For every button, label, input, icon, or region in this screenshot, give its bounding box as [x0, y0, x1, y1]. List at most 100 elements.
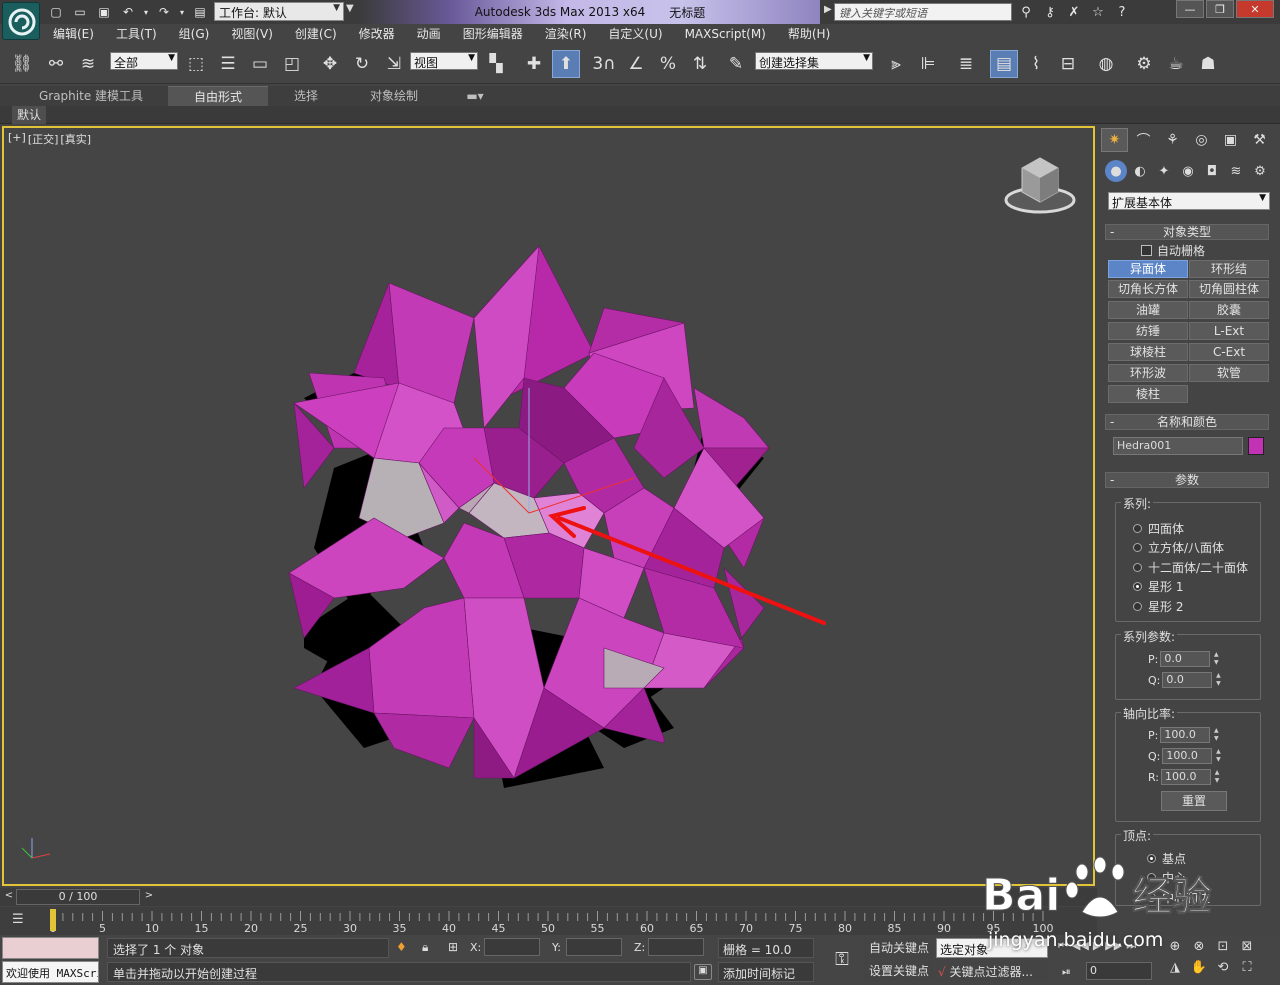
current-frame-field[interactable]: 0: [1086, 962, 1152, 980]
isolate-selection-icon[interactable]: ♦: [396, 940, 407, 954]
close-icon[interactable]: ✕: [1236, 0, 1274, 18]
menu-create[interactable]: 创建(C): [284, 24, 348, 44]
schematic-view-icon[interactable]: ⊟: [1054, 50, 1082, 78]
tab-object-paint[interactable]: 对象绘制: [350, 86, 438, 106]
app-logo-icon[interactable]: [2, 2, 40, 40]
bind-space-warp-icon[interactable]: ≋: [74, 50, 102, 78]
viewport-scene[interactable]: [4, 128, 1095, 886]
menu-rendering[interactable]: 渲染(R): [534, 24, 598, 44]
axis-r-spinner[interactable]: R: 100.0 ▲ ▼: [1148, 769, 1221, 785]
undo-dropdown-icon[interactable]: ▾: [142, 2, 150, 22]
family-tetra-radio[interactable]: 四面体: [1133, 520, 1184, 537]
gengon-button[interactable]: 球棱柱: [1108, 343, 1188, 361]
key-mode-dropdown[interactable]: 选定对象: [936, 938, 1048, 958]
mirror-icon[interactable]: ⫸: [882, 50, 910, 78]
open-file-icon[interactable]: ▭: [70, 2, 90, 22]
help-icon[interactable]: ?: [1112, 2, 1132, 22]
chevron-right-icon[interactable]: ▶: [824, 4, 832, 15]
display-tab-icon[interactable]: ▣: [1217, 128, 1244, 152]
hedra-button[interactable]: 异面体: [1108, 260, 1188, 278]
spinner-input[interactable]: 0.0: [1162, 672, 1213, 688]
add-time-tag-button[interactable]: 添加时间标记: [718, 962, 814, 982]
snaps-toggle-icon[interactable]: 3 ∩: [590, 50, 618, 78]
select-by-name-icon[interactable]: ☰: [214, 50, 242, 78]
object-color-swatch[interactable]: [1248, 437, 1264, 455]
lock-selection-icon[interactable]: 🔒︎: [422, 940, 428, 955]
perspective-viewport[interactable]: [+] [正交] [真实]: [2, 126, 1095, 886]
family-cube-octa-radio[interactable]: 立方体/八面体: [1133, 539, 1224, 556]
family-star2-radio[interactable]: 星形 2: [1133, 598, 1183, 615]
time-slider[interactable]: < 0 / 100 >: [0, 888, 1097, 906]
axis-p-spinner[interactable]: P: 100.0 ▲ ▼: [1148, 727, 1220, 743]
zoom-icon[interactable]: ⊕: [1166, 939, 1184, 954]
prism-button[interactable]: 棱柱: [1108, 385, 1188, 403]
angle-snap-icon[interactable]: ∠: [622, 50, 650, 78]
radio-icon[interactable]: [1133, 543, 1142, 552]
auto-key-button[interactable]: 自动关键点: [864, 938, 934, 958]
communication-icon[interactable]: ✗: [1064, 2, 1084, 22]
workspace-dropdown[interactable]: 工作台: 默认 ▼: [214, 2, 344, 21]
go-to-end-icon[interactable]: ⏭: [1126, 939, 1136, 953]
menu-modifiers[interactable]: 修改器: [348, 24, 406, 44]
rectangular-selection-icon[interactable]: ▭: [246, 50, 274, 78]
family-dodec-icos-radio[interactable]: 十二面体/二十面体: [1133, 559, 1248, 576]
curve-editor-mini-icon[interactable]: ☰: [12, 912, 24, 927]
key-icon[interactable]: ⚿: [826, 945, 858, 975]
viewport-shading-label[interactable]: [真实]: [60, 131, 91, 147]
field-of-view-icon[interactable]: ◮: [1166, 960, 1184, 975]
hose-button[interactable]: 软管: [1189, 364, 1269, 382]
save-icon[interactable]: ▣: [94, 2, 114, 22]
tab-freeform[interactable]: 自由形式: [168, 86, 268, 106]
key-mode-toggle-icon[interactable]: ⏯: [1062, 965, 1071, 979]
reference-coordinate-dropdown[interactable]: 视图 ▼: [410, 52, 478, 70]
tab-graphite-modeling[interactable]: Graphite 建模工具: [30, 86, 152, 106]
radio-icon[interactable]: [1133, 563, 1142, 572]
cameras-icon[interactable]: ◉: [1177, 160, 1199, 182]
y-coordinate-field[interactable]: [566, 938, 622, 956]
family-star1-radio[interactable]: 星形 1: [1133, 578, 1183, 595]
object-type-rollout[interactable]: - 对象类型: [1105, 224, 1269, 240]
select-move-icon[interactable]: ✥: [316, 50, 344, 78]
select-manipulate-icon[interactable]: ✚: [520, 50, 548, 78]
rendered-frame-icon[interactable]: ☕: [1162, 50, 1190, 78]
systems-icon[interactable]: ⚙: [1249, 160, 1271, 182]
viewport-label[interactable]: [+] [正交] [真实]: [8, 131, 91, 147]
set-key-button[interactable]: 设置关键点: [864, 961, 934, 981]
vertex-center-radio[interactable]: 中心: [1147, 869, 1186, 886]
material-editor-icon[interactable]: ◍: [1092, 50, 1120, 78]
search-input[interactable]: 键入关键字或短语: [834, 3, 1012, 21]
menu-edit[interactable]: 编辑(E): [42, 24, 105, 44]
percent-snap-icon[interactable]: %: [654, 50, 682, 78]
timeline-ruler[interactable]: 0510152025303540455055606570758085909510…: [38, 907, 1088, 935]
key-filters-button[interactable]: √ 关键点过滤器...: [936, 961, 1048, 981]
ribbon-default-label[interactable]: 默认: [12, 106, 47, 124]
window-crossing-icon[interactable]: ◰: [278, 50, 306, 78]
curve-editor-icon[interactable]: ⌇: [1022, 50, 1050, 78]
undo-icon[interactable]: ↶: [118, 2, 138, 22]
selection-filter-dropdown[interactable]: 全部 ▼: [110, 52, 178, 70]
spinner-arrows-icon[interactable]: ▲ ▼: [1214, 672, 1222, 688]
chamfer-cylinder-button[interactable]: 切角圆柱体: [1189, 280, 1269, 298]
link-icon[interactable]: ⛓: [8, 50, 36, 78]
menu-animation[interactable]: 动画: [406, 24, 452, 44]
zoom-extents-icon[interactable]: ⊡: [1214, 939, 1232, 954]
select-rotate-icon[interactable]: ↻: [348, 50, 376, 78]
radio-icon[interactable]: [1133, 602, 1142, 611]
parameters-rollout[interactable]: - 参数: [1105, 472, 1269, 488]
chevron-down-icon[interactable]: ▼: [346, 3, 354, 14]
spindle-button[interactable]: 纺锤: [1108, 322, 1188, 340]
axis-q-spinner[interactable]: Q: 100.0 ▲ ▼: [1148, 748, 1222, 764]
reset-button[interactable]: 重置: [1161, 791, 1227, 811]
menu-tools[interactable]: 工具(T): [105, 24, 168, 44]
zoom-extents-all-icon[interactable]: ⊠: [1238, 939, 1256, 954]
x-coordinate-field[interactable]: [484, 938, 540, 956]
favorites-star-icon[interactable]: ☆: [1088, 2, 1108, 22]
space-warps-icon[interactable]: ≋: [1225, 160, 1247, 182]
minimize-icon[interactable]: —: [1176, 0, 1204, 18]
checkbox-icon[interactable]: [1141, 245, 1152, 256]
autogrid-checkbox[interactable]: 自动栅格: [1141, 242, 1205, 259]
family-q-spinner[interactable]: Q: 0.0 ▲ ▼: [1148, 672, 1222, 688]
key-tool-icon[interactable]: ⚷: [1040, 2, 1060, 22]
absolute-mode-icon[interactable]: ⊞: [448, 940, 458, 954]
lights-icon[interactable]: ✦: [1153, 160, 1175, 182]
